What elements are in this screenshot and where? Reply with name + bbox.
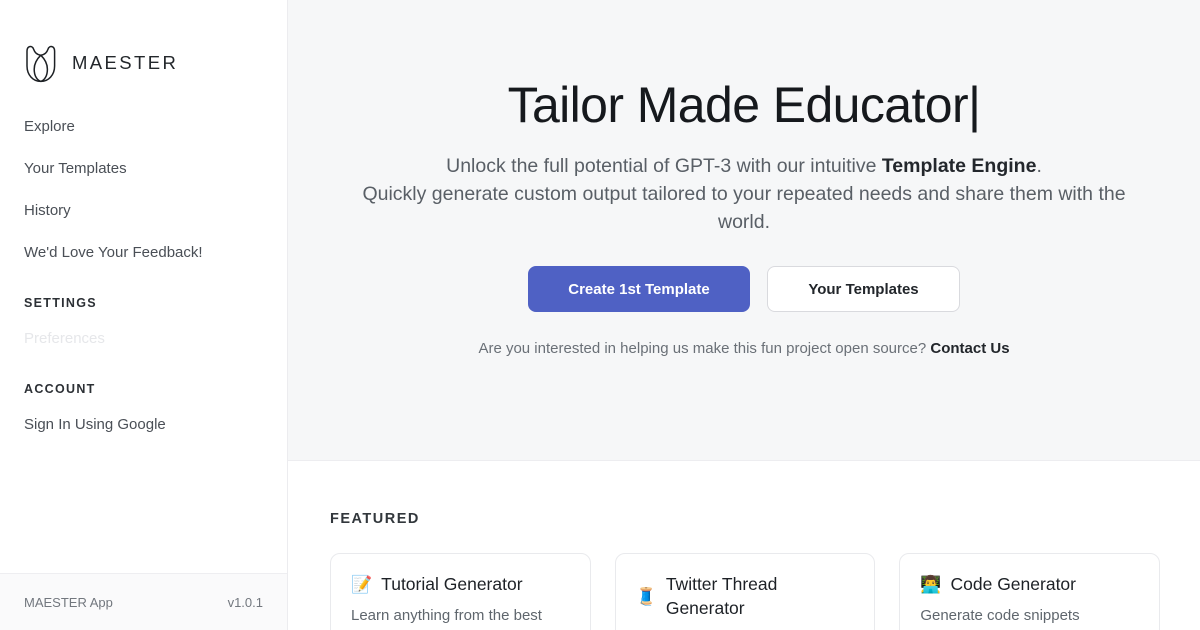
- create-first-template-button[interactable]: Create 1st Template: [528, 266, 750, 312]
- template-card-twitter-thread-generator[interactable]: 🧵 Twitter Thread Generator Generate a Tw…: [614, 553, 876, 630]
- sidebar-item-your-templates[interactable]: Your Templates: [0, 148, 287, 190]
- template-card-code-generator[interactable]: 👨‍💻 Code Generator Generate code snippet…: [899, 553, 1160, 630]
- hero-subtitle: Unlock the full potential of GPT-3 with …: [359, 152, 1129, 236]
- sidebar: MAESTER Explore Your Templates History W…: [0, 0, 288, 630]
- hero-subtitle-prefix: Unlock the full potential of GPT-3 with …: [446, 155, 882, 177]
- card-title: Twitter Thread Generator: [665, 574, 778, 618]
- sidebar-item-feedback[interactable]: We'd Love Your Feedback!: [0, 232, 287, 274]
- template-card-tutorial-generator[interactable]: 📝 Tutorial Generator Learn anything from…: [330, 553, 591, 630]
- technologist-icon: 👨‍💻: [920, 574, 942, 594]
- app-name-label: MAESTER App: [24, 594, 113, 610]
- typing-caret: |: [968, 77, 981, 133]
- sidebar-footer: MAESTER App v1.0.1: [0, 573, 287, 630]
- contact-us-link[interactable]: Contact Us: [930, 340, 1009, 357]
- main-content: Tailor Made Educator| Unlock the full po…: [288, 0, 1200, 630]
- page-title: Tailor Made Educator|: [328, 74, 1160, 136]
- featured-heading: FEATURED: [330, 511, 420, 527]
- sidebar-section-account: ACCOUNT: [24, 382, 96, 396]
- brand[interactable]: MAESTER: [0, 0, 287, 96]
- maester-tulip-logo-icon: [24, 43, 58, 83]
- thread-spool-icon: 🧵: [635, 586, 657, 606]
- page-title-text: Tailor Made Educator: [507, 77, 969, 133]
- sidebar-item-history[interactable]: History: [0, 190, 287, 232]
- sidebar-item-sign-in-using-google[interactable]: Sign In Using Google: [0, 404, 287, 446]
- sidebar-item-explore[interactable]: Explore: [0, 106, 287, 148]
- hero-subtitle-suffix: .: [1036, 155, 1042, 177]
- hero-subtitle-bold: Template Engine: [881, 155, 1037, 177]
- sidebar-nav: Explore Your Templates History We'd Love…: [0, 96, 287, 446]
- card-title: Tutorial Generator: [381, 574, 523, 594]
- cta-row: Create 1st Template Your Templates: [328, 266, 1160, 312]
- featured-card-grid: 📝 Tutorial Generator Learn anything from…: [330, 553, 1160, 630]
- open-source-note: Are you interested in helping us make th…: [328, 340, 1160, 357]
- card-description: Learn anything from the best self-tailor…: [351, 607, 542, 630]
- sidebar-item-preferences: Preferences: [24, 330, 105, 347]
- card-title: Code Generator: [950, 574, 1077, 594]
- memo-icon: 📝: [351, 574, 373, 594]
- app-root: MAESTER Explore Your Templates History W…: [0, 0, 1200, 630]
- app-version-label: v1.0.1: [227, 594, 263, 610]
- card-header: 📝 Tutorial Generator: [351, 572, 570, 596]
- featured-section: FEATURED 📝 Tutorial Generator Learn anyt…: [288, 461, 1200, 630]
- hero-section: Tailor Made Educator| Unlock the full po…: [288, 0, 1200, 461]
- brand-name: MAESTER: [72, 52, 179, 73]
- your-templates-button[interactable]: Your Templates: [767, 266, 960, 312]
- card-description: Generate code snippets: [920, 607, 1080, 624]
- hero-subtitle-line2: Quickly generate custom output tailored …: [362, 183, 1126, 233]
- open-source-note-text: Are you interested in helping us make th…: [478, 340, 931, 357]
- sidebar-section-settings: SETTINGS: [24, 296, 97, 310]
- card-header: 👨‍💻 Code Generator: [920, 572, 1139, 596]
- card-header: 🧵 Twitter Thread Generator: [636, 572, 855, 620]
